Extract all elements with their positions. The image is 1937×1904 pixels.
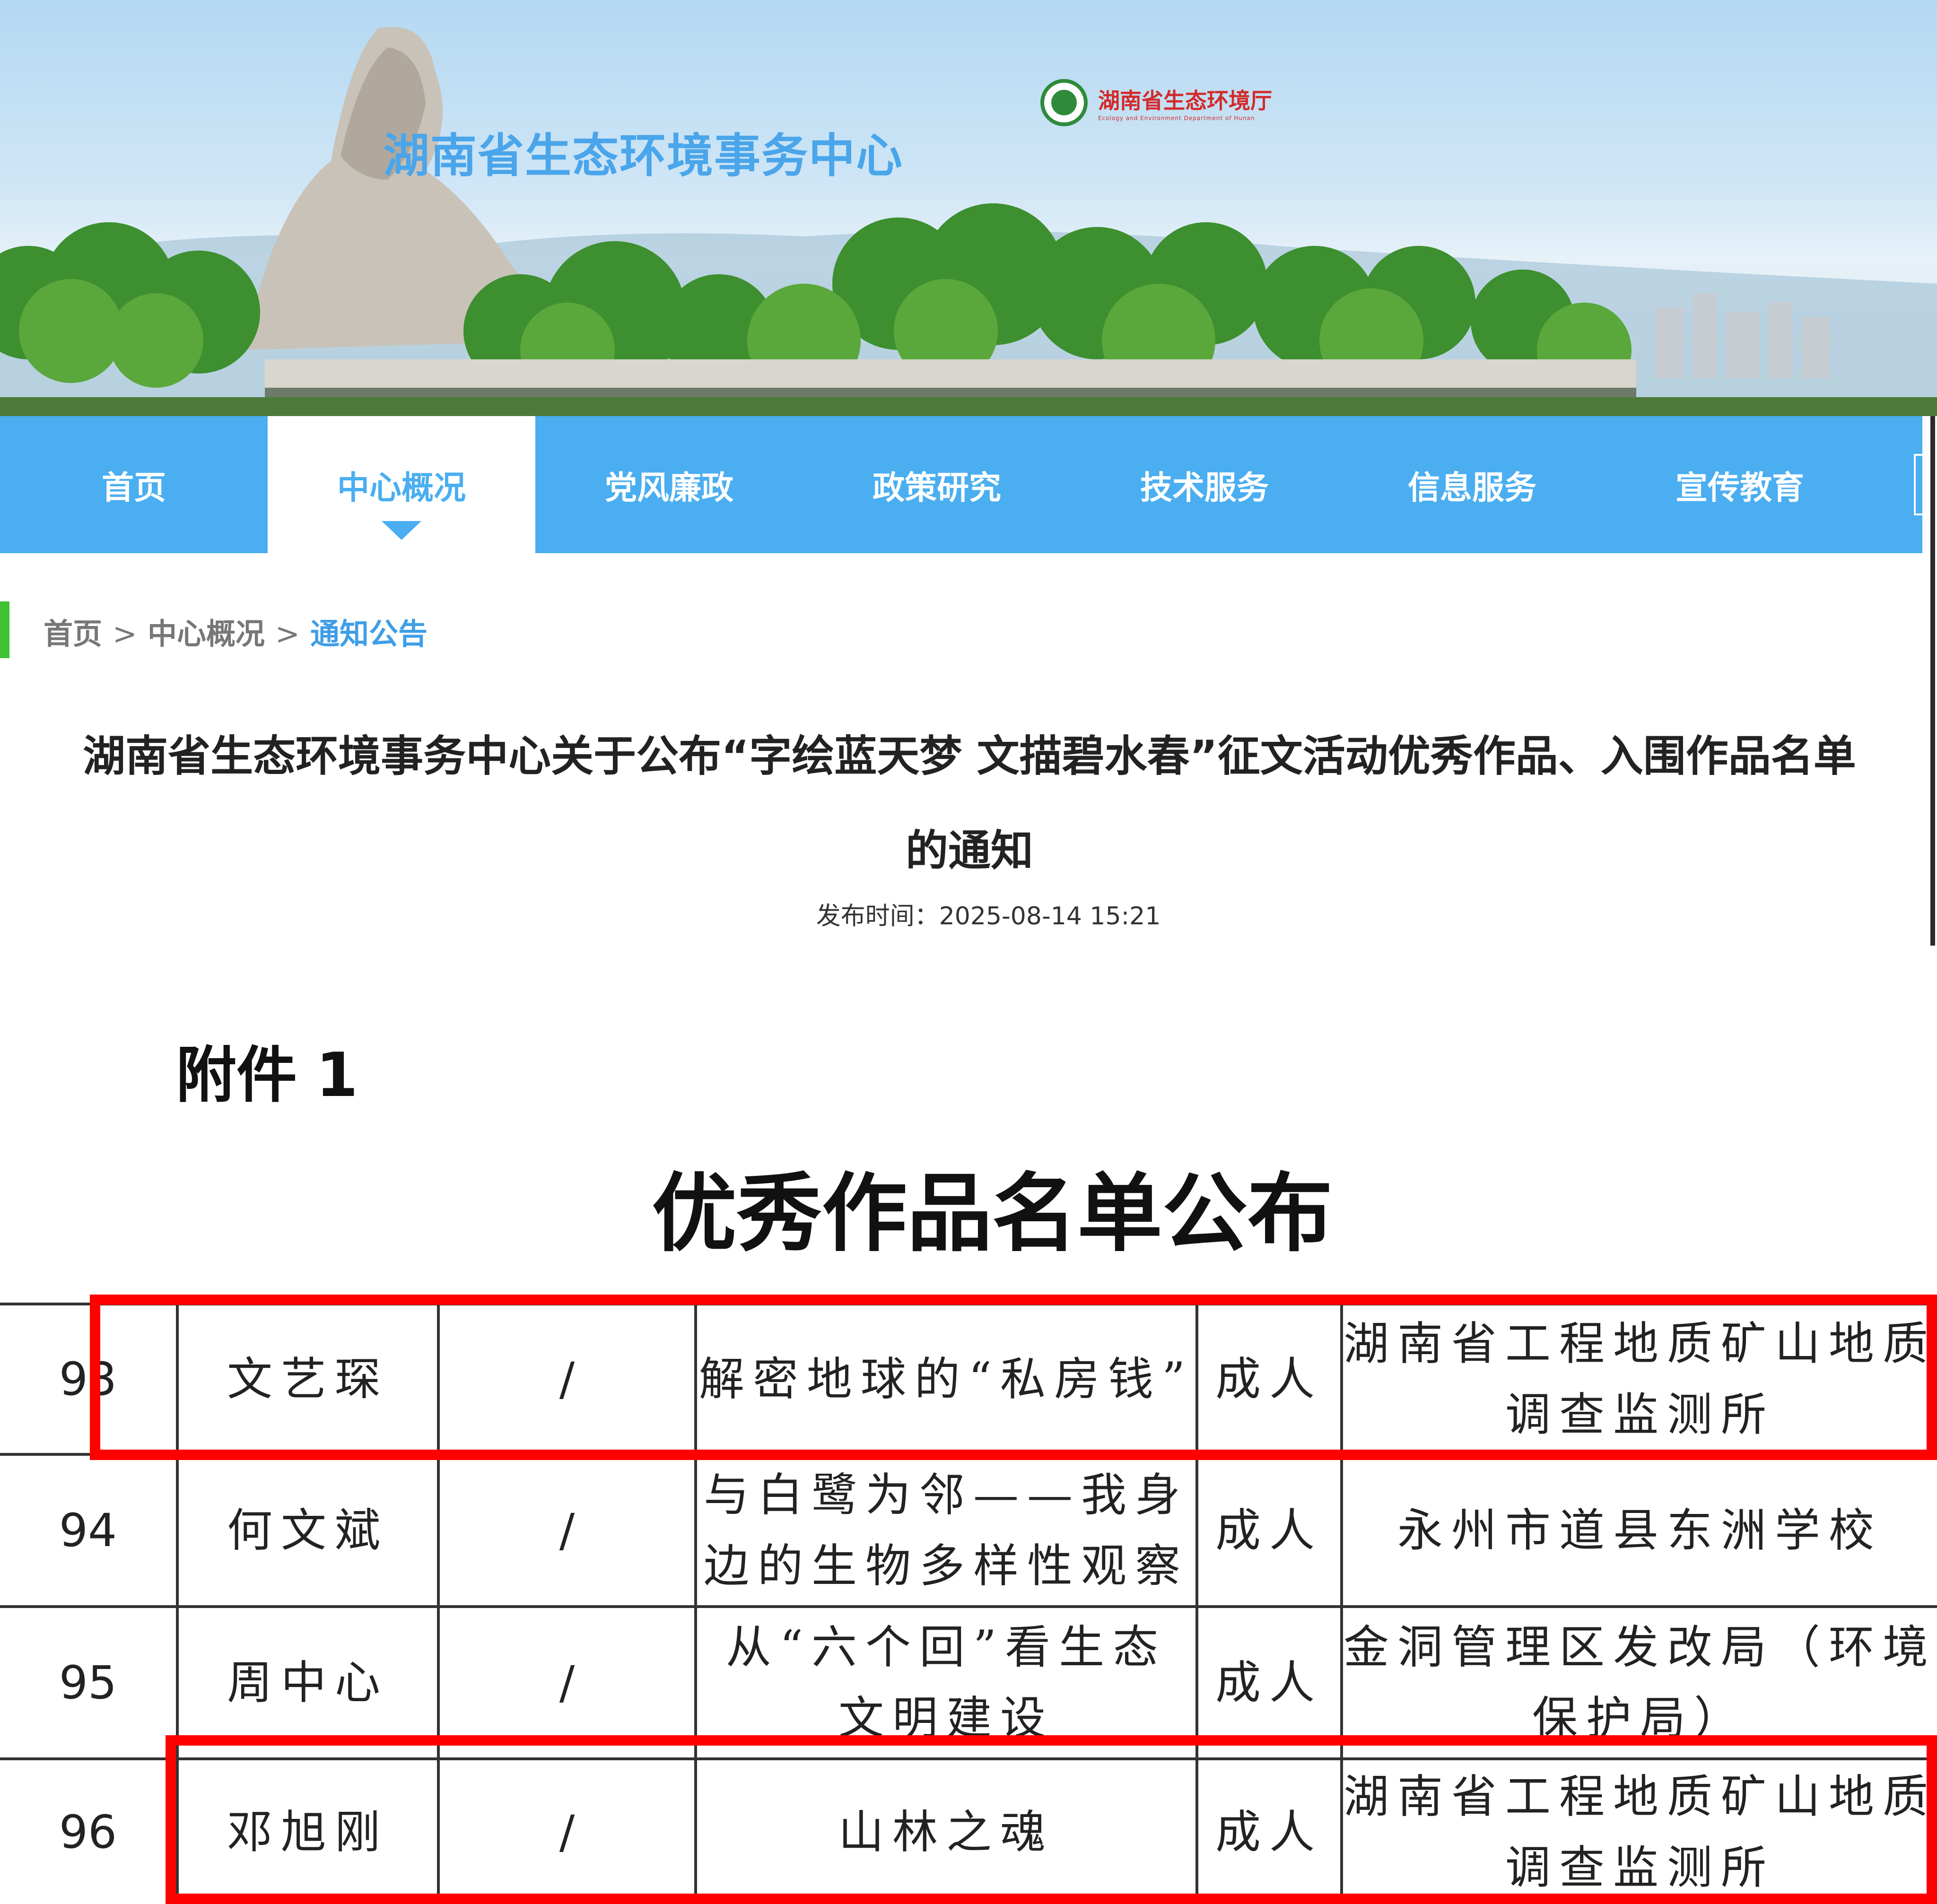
- department-logo[interactable]: 湖南省生态环境厅 Ecology and Environment Departm…: [1040, 77, 1272, 129]
- highlight-box-row-96: [166, 1735, 1937, 1904]
- site-banner: 湖南省生态环境事务中心 湖南省生态环境厅 Ecology and Environ…: [0, 0, 1937, 416]
- nav-overflow-item[interactable]: [1914, 454, 1922, 515]
- table-cell-group: 成人: [1215, 1504, 1323, 1557]
- table-cell-unit: 永州市道县东洲学校: [1343, 1456, 1937, 1605]
- breadcrumb-separator: >: [275, 617, 300, 651]
- nav-item-center-overview[interactable]: 中心概况: [268, 416, 535, 553]
- attachment-label-text: 附件: [176, 1040, 297, 1111]
- attachment-label: 附件 1: [176, 1026, 358, 1113]
- article-title-line-1: 湖南省生态环境事务中心关于公布“字绘蓝天梦 文描碧水春”征文活动优秀作品、入围作…: [83, 731, 1856, 781]
- breadcrumb: 首页 > 中心概况 > 通知公告: [44, 610, 428, 652]
- table-cell-number: 95: [59, 1656, 117, 1709]
- table-cell-tutor: /: [559, 1504, 575, 1557]
- breadcrumb-center-overview[interactable]: 中心概况: [148, 617, 265, 651]
- nav-item-party-integrity[interactable]: 党风廉政: [535, 416, 803, 553]
- highlight-box-row-93: [90, 1295, 1937, 1460]
- site-title: 湖南省生态环境事务中心: [383, 129, 904, 183]
- table-cell-number: 94: [59, 1504, 117, 1557]
- article-title-line-2: 的通知: [906, 826, 1033, 876]
- publish-info: 发布时间：2025-08-14 15:21: [0, 896, 1937, 931]
- nav-item-information-services[interactable]: 信息服务: [1338, 416, 1606, 553]
- title-line: 从“六个回”看生态: [725, 1621, 1167, 1674]
- title-line: 边的生物多样性观察: [704, 1539, 1189, 1592]
- nav-item-home[interactable]: 首页: [0, 416, 268, 553]
- document-heading: 优秀作品名单公布: [651, 1164, 1333, 1263]
- nav-item-technical-services[interactable]: 技术服务: [1071, 416, 1338, 553]
- table-cell-title: 与白鹭为邻——我身 边的生物多样性观察: [697, 1456, 1195, 1605]
- table-cell-author: 何文斌: [227, 1504, 389, 1557]
- nav-item-publicity-education[interactable]: 宣传教育: [1606, 416, 1874, 553]
- breadcrumb-separator: >: [113, 617, 137, 651]
- unit-line: 金洞管理区发改局（环境: [1344, 1621, 1937, 1674]
- publish-label: 发布时间：: [816, 902, 939, 930]
- department-name-en: Ecology and Environment Department of Hu…: [1098, 115, 1255, 122]
- environment-emblem-icon: [1040, 79, 1088, 126]
- main-navigation: 首页 中心概况 党风廉政 政策研究 技术服务 信息服务 宣传教育: [0, 416, 1922, 553]
- table-cell-number: 96: [59, 1806, 117, 1859]
- title-line: 与白鹭为邻——我身: [704, 1469, 1189, 1521]
- banner-scenery: [0, 26, 1937, 416]
- department-name: 湖南省生态环境厅: [1098, 88, 1272, 113]
- unit-line: 永州市道县东洲学校: [1397, 1504, 1883, 1557]
- breadcrumb-accent-bar: [0, 601, 9, 658]
- page-scrollbar[interactable]: [1930, 416, 1935, 946]
- attachment-number: 1: [316, 1040, 358, 1111]
- breadcrumb-notices[interactable]: 通知公告: [310, 617, 428, 651]
- publish-time: 2025-08-14 15:21: [939, 902, 1161, 930]
- nav-item-policy-research[interactable]: 政策研究: [803, 416, 1071, 553]
- article-title: 湖南省生态环境事务中心关于公布“字绘蓝天梦 文描碧水春”征文活动优秀作品、入围作…: [47, 709, 1892, 898]
- breadcrumb-home[interactable]: 首页: [44, 617, 102, 651]
